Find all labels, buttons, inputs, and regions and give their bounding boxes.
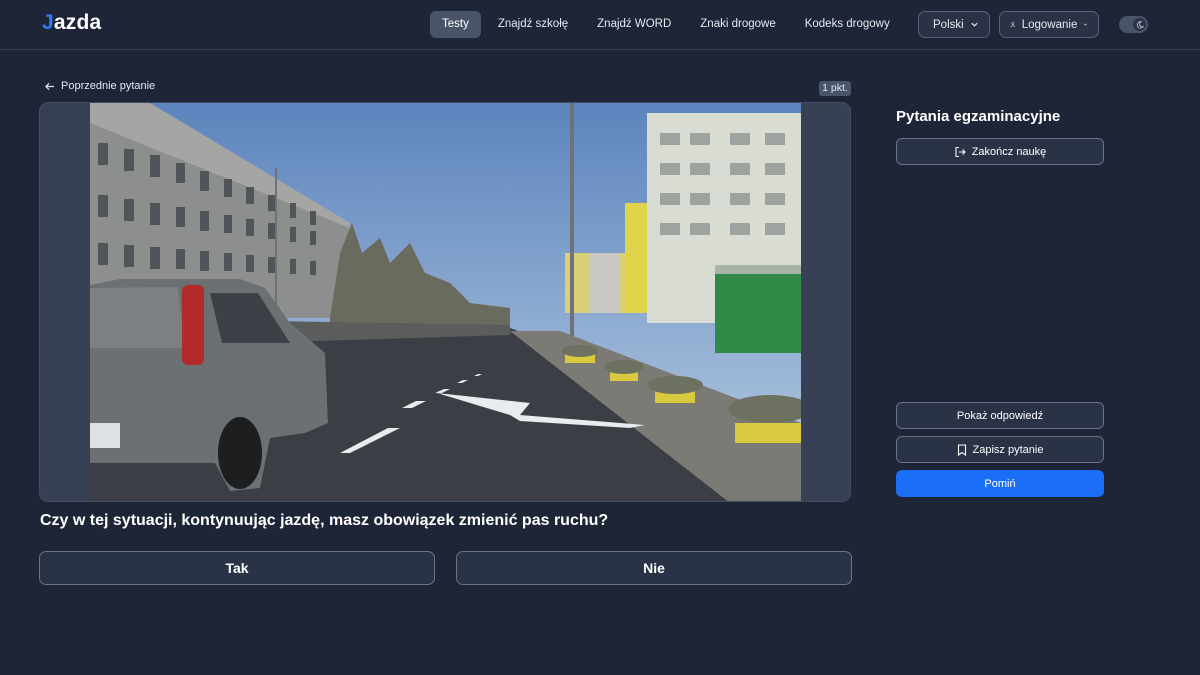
save-question-button[interactable]: Zapisz pytanie xyxy=(896,436,1104,463)
theme-toggle[interactable] xyxy=(1119,16,1148,33)
login-label: Logowanie xyxy=(1021,18,1078,31)
question-image xyxy=(39,102,851,502)
previous-question-link[interactable]: Poprzednie pytanie xyxy=(44,80,155,92)
show-answer-button[interactable]: Pokaż odpowiedź xyxy=(896,402,1104,429)
answer-no-button[interactable]: Nie xyxy=(456,551,852,585)
answer-yes-button[interactable]: Tak xyxy=(39,551,435,585)
nav-item-find-word[interactable]: Znajdź WORD xyxy=(585,11,683,38)
user-icon xyxy=(1010,22,1016,27)
moon-icon xyxy=(1133,18,1146,31)
language-select[interactable]: Polski xyxy=(918,11,990,38)
points-badge: 1 pkt. xyxy=(819,81,851,96)
logo-mark: J xyxy=(42,11,54,34)
finish-learning-label: Zakończ naukę xyxy=(971,145,1047,158)
login-menu[interactable]: Logowanie xyxy=(999,11,1099,38)
logo-text: azda xyxy=(53,11,102,34)
arrow-left-icon xyxy=(45,82,54,90)
main-nav: Testy Znajdź szkołę Znajdź WORD Znaki dr… xyxy=(430,11,959,38)
sidebar-title: Pytania egzaminacyjne xyxy=(896,108,1061,125)
chevron-down-icon xyxy=(1084,23,1088,26)
skip-button[interactable]: Pomiń xyxy=(896,470,1104,497)
logout-icon xyxy=(955,146,966,157)
nav-item-road-signs[interactable]: Znaki drogowe xyxy=(688,11,787,38)
skip-label: Pomiń xyxy=(984,477,1016,490)
top-navbar: Jazda Testy Znajdź szkołę Znajdź WORD Zn… xyxy=(0,0,1200,50)
nav-item-traffic-code[interactable]: Kodeks drogowy xyxy=(793,11,902,38)
previous-question-label: Poprzednie pytanie xyxy=(61,80,156,92)
chevron-down-icon xyxy=(971,22,978,27)
question-text: Czy w tej sytuacji, kontynuując jazdę, m… xyxy=(40,512,609,529)
bookmark-icon xyxy=(957,443,966,456)
road-scene-image xyxy=(90,103,801,501)
nav-item-find-school[interactable]: Znajdź szkołę xyxy=(486,11,580,38)
show-answer-label: Pokaż odpowiedź xyxy=(956,409,1044,422)
finish-learning-button[interactable]: Zakończ naukę xyxy=(896,138,1104,165)
nav-item-testy[interactable]: Testy xyxy=(430,11,481,38)
language-value: Polski xyxy=(933,18,964,31)
save-question-label: Zapisz pytanie xyxy=(972,443,1044,456)
logo[interactable]: Jazda xyxy=(42,11,101,35)
